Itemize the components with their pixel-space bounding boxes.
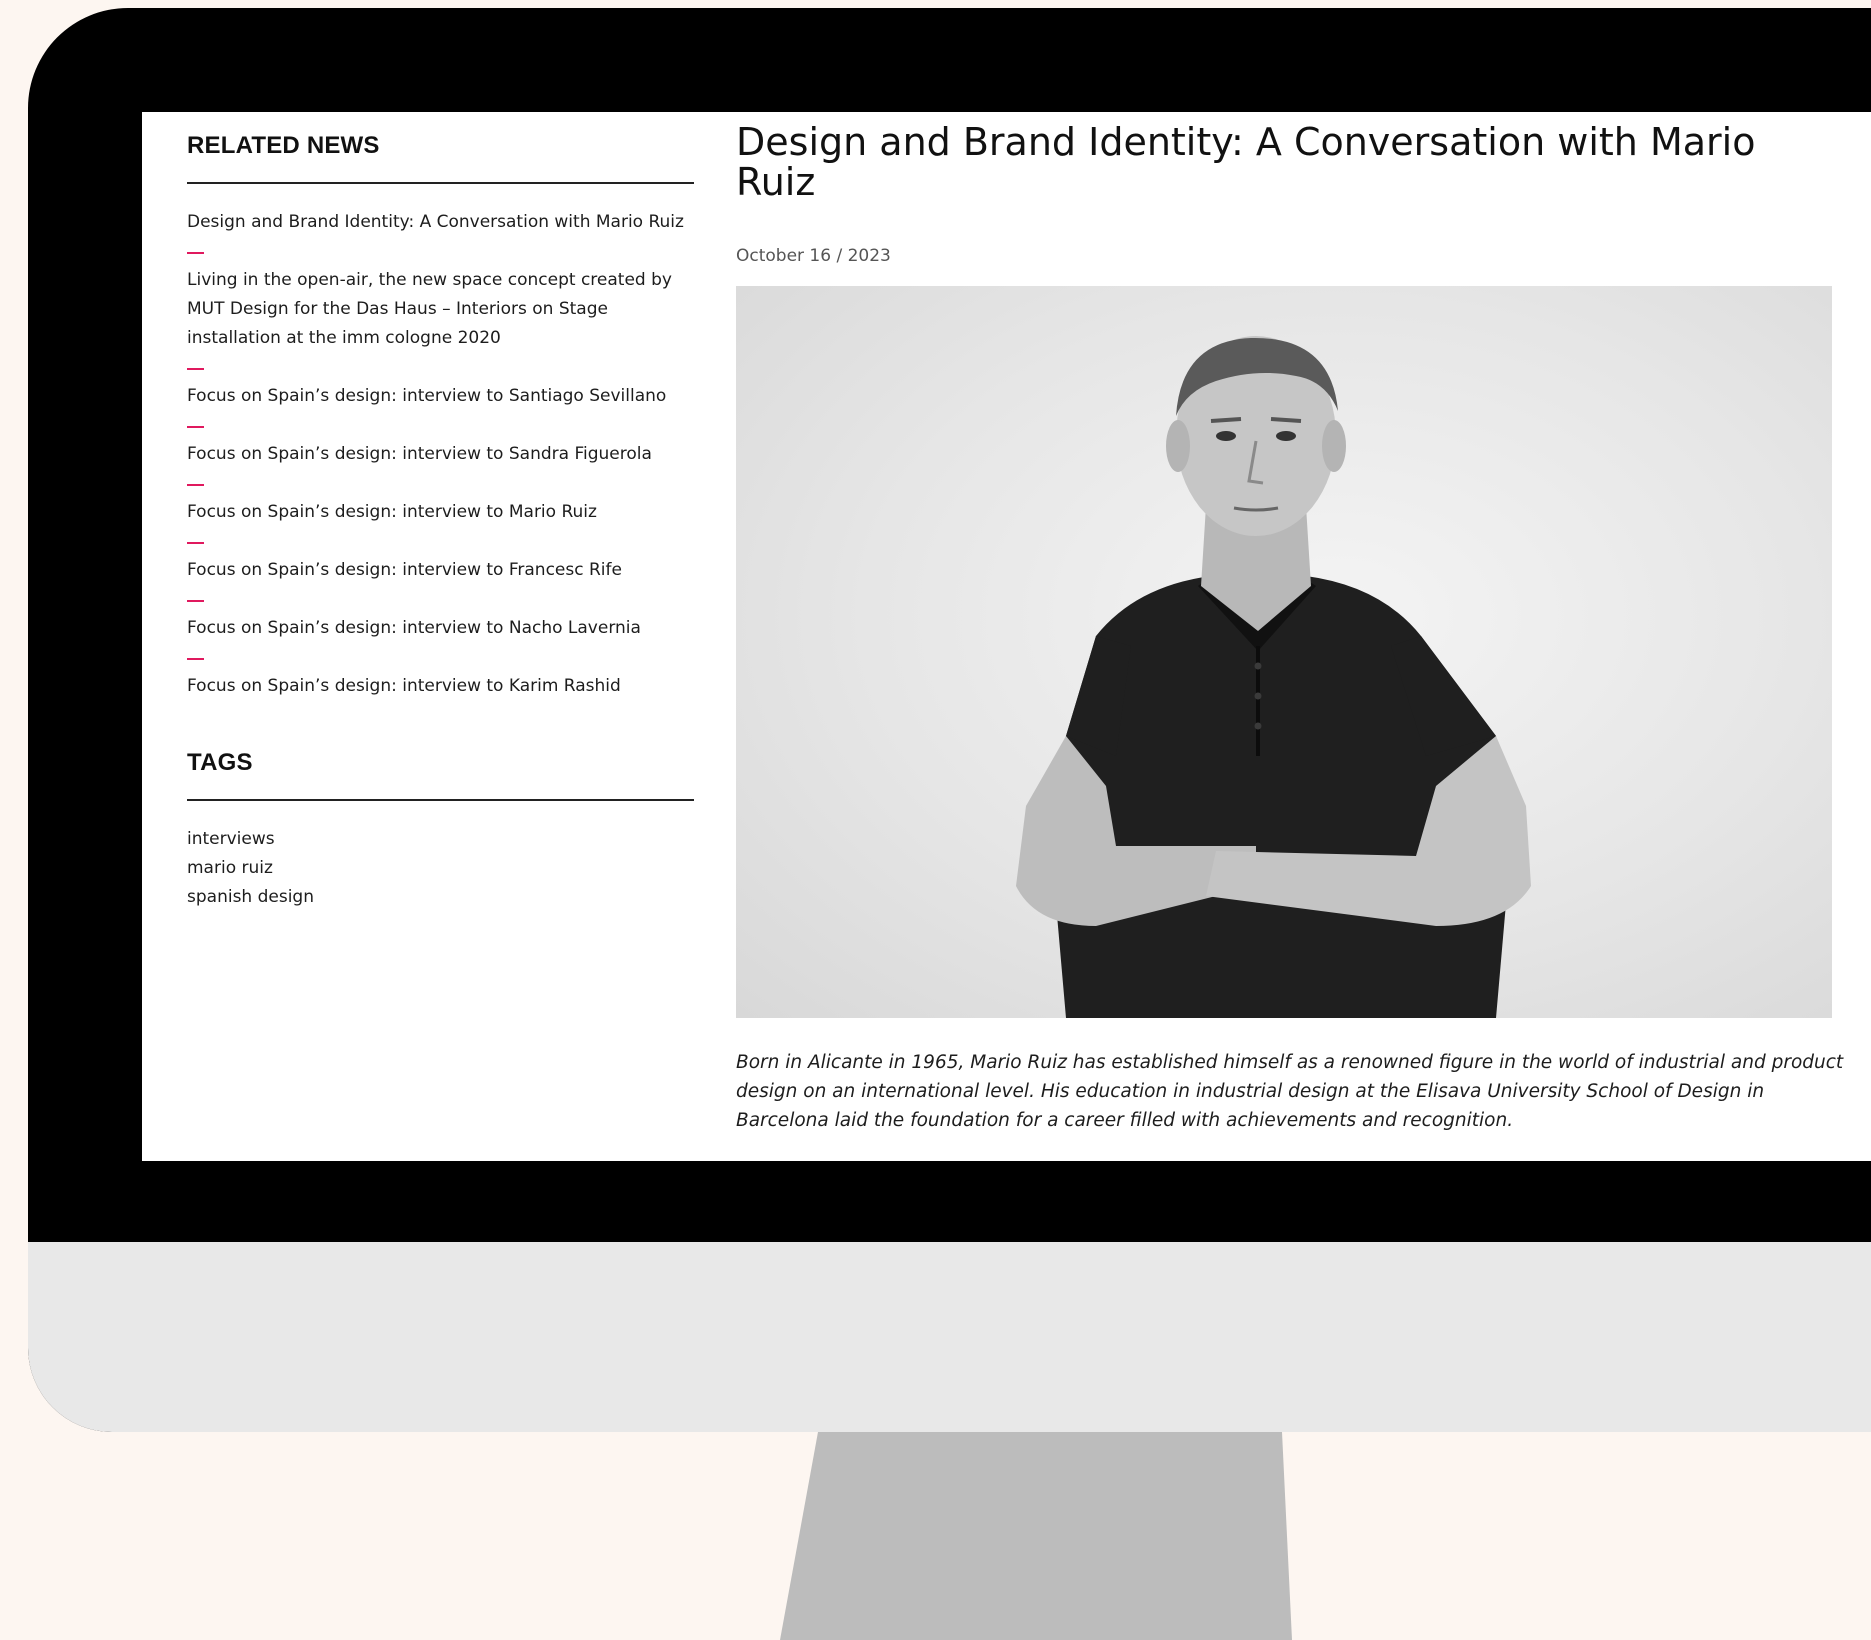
related-news-link[interactable]: Focus on Spain’s design: interview to Fr…: [187, 560, 622, 580]
article-photo: [736, 286, 1832, 1018]
related-news-link[interactable]: Focus on Spain’s design: interview to Ma…: [187, 502, 597, 522]
article-title: Design and Brand Identity: A Conversatio…: [736, 120, 1756, 204]
tag-link[interactable]: mario ruiz: [187, 858, 273, 878]
monitor-frame: RELATED NEWS Design and Brand Identity: …: [28, 8, 1871, 1432]
tag-link[interactable]: interviews: [187, 829, 275, 849]
browser-screen: RELATED NEWS Design and Brand Identity: …: [142, 112, 1871, 1161]
news-separator: [187, 527, 204, 556]
tags-block: TAGS interviews mario ruiz spanish desig…: [187, 749, 694, 912]
news-separator: [187, 353, 204, 382]
article-lead-paragraph: Born in Alicante in 1965, Mario Ruiz has…: [736, 1052, 1844, 1131]
news-separator: [187, 585, 204, 614]
monitor-stand: [780, 1432, 1292, 1640]
related-news-link[interactable]: Design and Brand Identity: A Conversatio…: [187, 212, 684, 232]
news-separator: [187, 469, 204, 498]
portrait-illustration: [1016, 336, 1531, 1018]
news-separator: [187, 643, 204, 672]
related-news-link[interactable]: Focus on Spain’s design: interview to Ka…: [187, 676, 621, 696]
related-news-link[interactable]: Focus on Spain’s design: interview to Na…: [187, 618, 641, 638]
news-separator: [187, 411, 204, 440]
news-separator: [187, 237, 204, 266]
related-news-link[interactable]: Focus on Spain’s design: interview to Sa…: [187, 386, 666, 406]
related-news-heading: RELATED NEWS: [187, 132, 694, 184]
monitor-chin: [28, 1242, 1871, 1432]
tags-heading: TAGS: [187, 749, 694, 801]
sidebar: RELATED NEWS Design and Brand Identity: …: [187, 132, 694, 912]
related-news-link[interactable]: Living in the open-air, the new space co…: [187, 270, 672, 348]
tag-link[interactable]: spanish design: [187, 887, 314, 907]
tags-list: interviews mario ruiz spanish design: [187, 825, 694, 912]
related-news-list: Design and Brand Identity: A Conversatio…: [187, 208, 694, 701]
related-news-link[interactable]: Focus on Spain’s design: interview to Sa…: [187, 444, 652, 464]
article-date: October 16 / 2023: [736, 246, 891, 266]
article: Design and Brand Identity: A Conversatio…: [736, 120, 1843, 1135]
